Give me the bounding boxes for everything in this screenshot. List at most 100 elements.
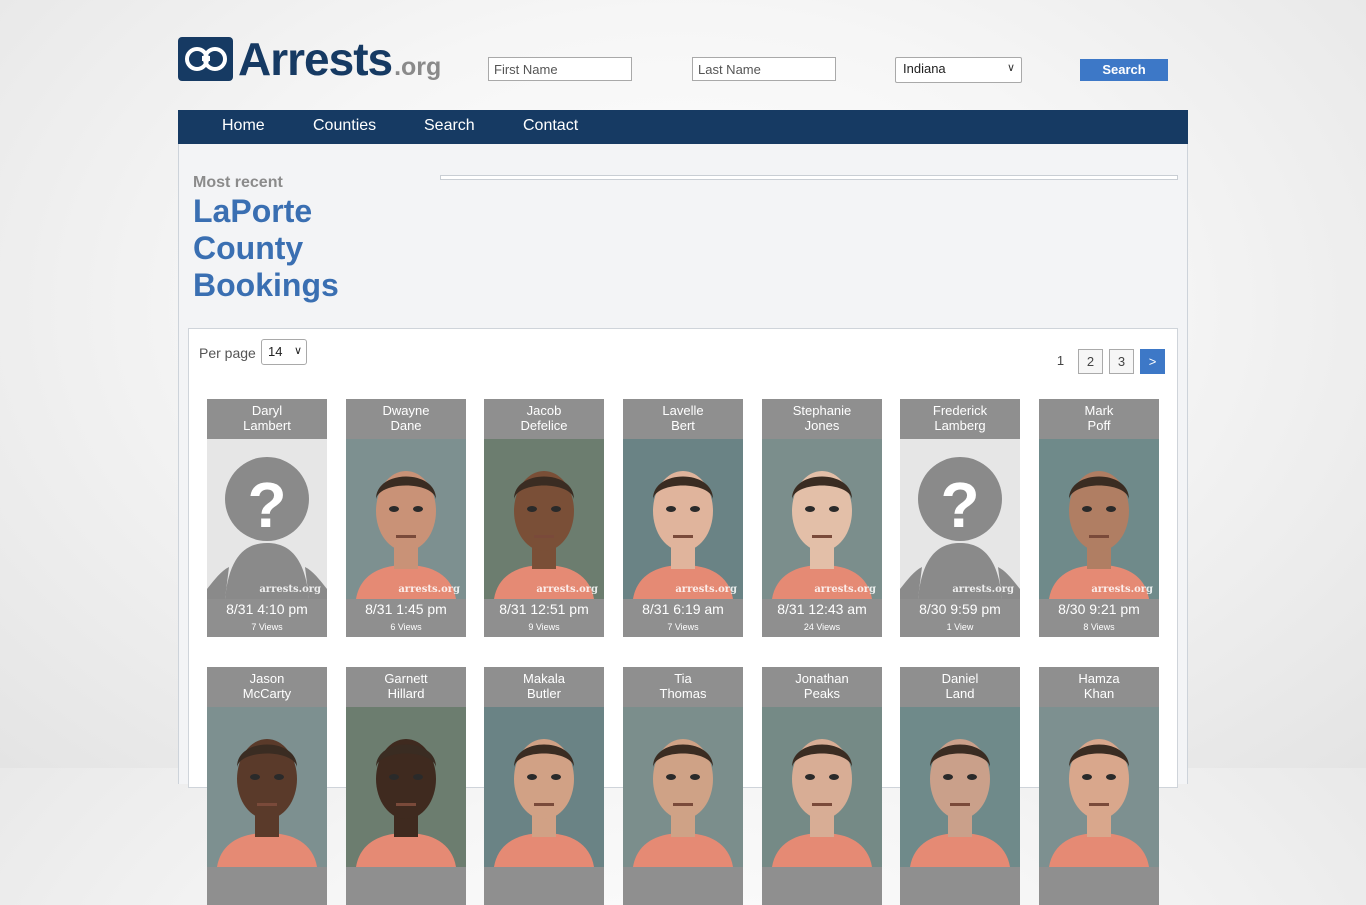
booking-name[interactable]: Mark Poff — [1039, 403, 1159, 433]
mugshot-photo[interactable]: arrests.org — [484, 439, 604, 599]
page-link-2[interactable]: 2 — [1078, 349, 1103, 374]
view-count: 7 Views — [251, 622, 283, 632]
booking-name[interactable]: Garnett Hillard — [346, 671, 466, 701]
first-name: Jason — [249, 671, 285, 686]
booking-card[interactable]: Daryl Lambert ? arrests.org 8/31 4:10 pm 7 Vi… — [207, 399, 327, 637]
watermark-text: arrests.org — [536, 584, 598, 595]
mugshot-photo[interactable]: arrests.org — [1039, 439, 1159, 599]
first-name-input[interactable] — [488, 57, 632, 81]
first-name: Lavelle — [662, 403, 704, 418]
first-name: Garnett — [384, 671, 428, 686]
watermark-text: arrests.org — [1091, 584, 1153, 595]
title-line: County — [193, 230, 304, 266]
booking-time: 8/30 9:59 pm — [919, 601, 1001, 617]
first-name: Frederick — [932, 403, 988, 418]
booking-name[interactable]: Dwayne Dane — [346, 403, 466, 433]
mugshot-photo[interactable] — [623, 707, 743, 867]
first-name: Dwayne — [382, 403, 430, 418]
unknown-person-icon[interactable]: ? arrests.org — [900, 439, 1020, 599]
last-name: Bert — [671, 418, 695, 433]
booking-name[interactable]: Frederick Lamberg — [900, 403, 1020, 433]
nav-search[interactable]: Search — [424, 110, 475, 144]
last-name: Defelice — [520, 418, 568, 433]
mugshot-photo[interactable] — [207, 707, 327, 867]
site-logo[interactable]: Arrests .org — [178, 34, 441, 84]
booking-time: 8/31 4:10 pm — [226, 601, 308, 617]
first-name: Mark — [1084, 403, 1114, 418]
last-name: Lamberg — [934, 418, 986, 433]
booking-card[interactable]: Stephanie Jones arrests.org 8/31 12:43 am 24… — [762, 399, 882, 637]
nav-home[interactable]: Home — [222, 110, 265, 144]
booking-card[interactable]: Dwayne Dane arrests.org 8/31 1:45 pm 6 Views — [346, 399, 466, 637]
first-name: Jacob — [526, 403, 562, 418]
mugshot-photo[interactable] — [762, 707, 882, 867]
booking-card[interactable]: Makala Butler — [484, 667, 604, 905]
booking-card[interactable]: Daniel Land — [900, 667, 1020, 905]
svg-text:?: ? — [940, 469, 979, 541]
booking-name[interactable]: Jonathan Peaks — [762, 671, 882, 701]
booking-name[interactable]: Tia Thomas — [623, 671, 743, 701]
search-button[interactable]: Search — [1080, 59, 1168, 81]
mugshot-photo[interactable]: arrests.org — [762, 439, 882, 599]
booking-time: 8/31 12:43 am — [777, 601, 867, 617]
page-next-button[interactable]: > — [1140, 349, 1165, 374]
last-name: Thomas — [659, 686, 707, 701]
first-name: Jonathan — [795, 671, 849, 686]
booking-name[interactable]: Lavelle Bert — [623, 403, 743, 433]
booking-card[interactable]: Mark Poff arrests.org 8/30 9:21 pm 8 Views — [1039, 399, 1159, 637]
booking-card[interactable]: Hamza Khan — [1039, 667, 1159, 905]
booking-card[interactable]: Jason McCarty — [207, 667, 327, 905]
view-count: 7 Views — [667, 622, 699, 632]
last-name: Land — [945, 686, 975, 701]
first-name: Daniel — [941, 671, 979, 686]
state-select[interactable]: Indiana ∨ — [895, 57, 1022, 83]
page-title: LaPorte County Bookings — [193, 193, 339, 304]
last-name: Poff — [1087, 418, 1111, 433]
booking-name[interactable]: Jacob Defelice — [484, 403, 604, 433]
first-name: Tia — [674, 671, 692, 686]
unknown-person-icon[interactable]: ? arrests.org — [207, 439, 327, 599]
last-name: Dane — [390, 418, 422, 433]
last-name: Khan — [1083, 686, 1115, 701]
mugshot-photo[interactable] — [346, 707, 466, 867]
last-name-input[interactable] — [692, 57, 836, 81]
first-name: Hamza — [1078, 671, 1120, 686]
booking-name[interactable]: Daniel Land — [900, 671, 1020, 701]
state-select-value: Indiana — [903, 61, 946, 76]
svg-text:?: ? — [247, 469, 286, 541]
mugshot-photo[interactable]: arrests.org — [346, 439, 466, 599]
booking-card[interactable]: Frederick Lamberg ? arrests.org 8/30 9:59 pm… — [900, 399, 1020, 637]
mugshot-photo[interactable] — [1039, 707, 1159, 867]
booking-time: 8/30 9:21 pm — [1058, 601, 1140, 617]
chevron-down-icon: ∨ — [1006, 62, 1015, 74]
mugshot-photo[interactable] — [900, 707, 1020, 867]
last-name: Jones — [804, 418, 840, 433]
first-name: Daryl — [251, 403, 283, 418]
logo-text: Arrests — [238, 33, 393, 85]
booking-card[interactable]: Lavelle Bert arrests.org 8/31 6:19 am 7 View… — [623, 399, 743, 637]
view-count: 1 View — [946, 622, 974, 632]
first-name: Makala — [523, 671, 565, 686]
nav-counties[interactable]: Counties — [313, 110, 376, 144]
page-link-3[interactable]: 3 — [1109, 349, 1134, 374]
booking-name[interactable]: Stephanie Jones — [762, 403, 882, 433]
watermark-text: arrests.org — [675, 584, 737, 595]
per-page-label: Per page — [199, 345, 256, 361]
first-name: Stephanie — [792, 403, 852, 418]
booking-card[interactable]: Garnett Hillard — [346, 667, 466, 905]
booking-card[interactable]: Jonathan Peaks — [762, 667, 882, 905]
title-line: LaPorte — [193, 193, 313, 229]
per-page-select[interactable]: 14 ∨ — [261, 339, 307, 365]
booking-name[interactable]: Hamza Khan — [1039, 671, 1159, 701]
booking-name[interactable]: Makala Butler — [484, 671, 604, 701]
view-count: 24 Views — [803, 622, 841, 632]
mugshot-photo[interactable]: arrests.org — [623, 439, 743, 599]
booking-card[interactable]: Tia Thomas — [623, 667, 743, 905]
booking-card[interactable]: Jacob Defelice arrests.org 8/31 12:51 pm 9 V… — [484, 399, 604, 637]
nav-contact[interactable]: Contact — [523, 110, 578, 144]
main-nav: Home Counties Search Contact — [178, 110, 1188, 144]
booking-name[interactable]: Daryl Lambert — [207, 403, 327, 433]
booking-time: 8/31 1:45 pm — [365, 601, 447, 617]
booking-name[interactable]: Jason McCarty — [207, 671, 327, 701]
mugshot-photo[interactable] — [484, 707, 604, 867]
